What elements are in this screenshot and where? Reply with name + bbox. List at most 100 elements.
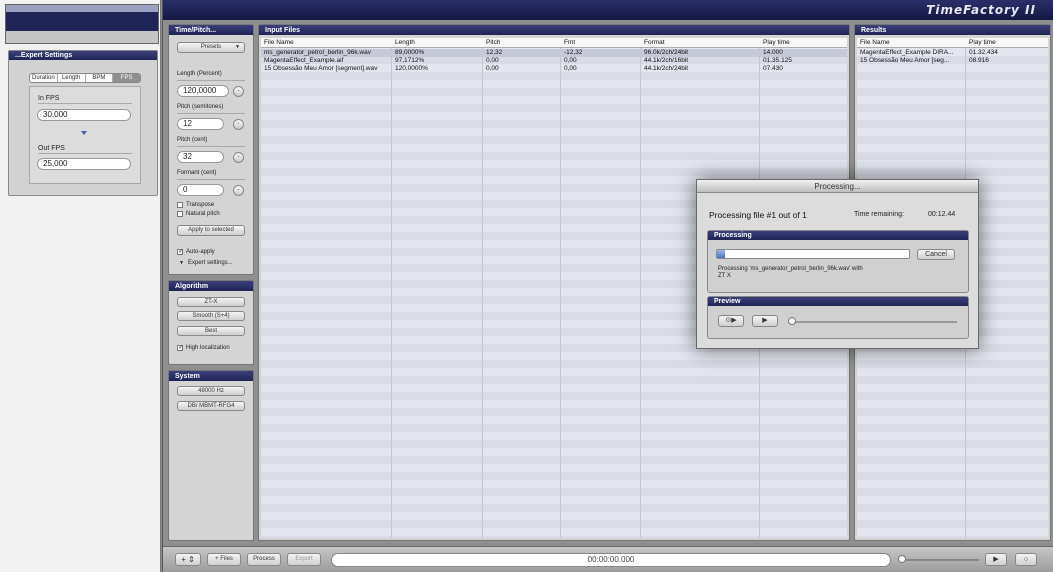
presets-dropdown[interactable]: Presets ▼ bbox=[177, 42, 245, 53]
time-remaining-label: Time remaining: bbox=[854, 211, 904, 218]
auto-apply-label: Auto-apply bbox=[186, 249, 215, 255]
system-format-button[interactable]: DB/ MBMT-RFG4 bbox=[177, 401, 245, 411]
preview-section: Preview ⊙▶ ▶ bbox=[707, 296, 969, 339]
pitch-semitones-field[interactable]: 12 bbox=[177, 118, 224, 130]
bottom-toolbar: + ⇕ + Files Process Export 00:00:00.000 … bbox=[163, 546, 1053, 572]
pitch-cent-field[interactable]: 32 bbox=[177, 151, 224, 163]
chevron-down-icon: ▼ bbox=[235, 44, 240, 50]
fps-settings-group: In FPS 30,000 Out FPS 25,000 bbox=[29, 86, 141, 184]
cell-file-name: 15 Obsessão Meu Amor [seg... bbox=[860, 57, 950, 64]
column-file-name[interactable]: File Name bbox=[264, 38, 294, 48]
expert-settings-title: ...Expert Settings bbox=[9, 51, 157, 60]
processing-status-line2: ZT X bbox=[718, 273, 731, 279]
cell-pitch: 0,00 bbox=[486, 65, 499, 72]
table-row[interactable]: MagentaEffect_Example.aif 97,1712% 0,00 … bbox=[261, 57, 847, 65]
column-play-time[interactable]: Play time bbox=[763, 38, 790, 48]
column-length[interactable]: Length bbox=[395, 38, 415, 48]
cell-pitch: 0,00 bbox=[486, 57, 499, 64]
table-row[interactable]: ms_generator_petrol_berlin_96k.wav 89,00… bbox=[261, 49, 847, 57]
cell-play-time: 07.430 bbox=[763, 65, 783, 72]
auto-apply-checkbox[interactable]: ✓ bbox=[177, 249, 183, 255]
system-panel: System 48000 Hz DB/ MBMT-RFG4 bbox=[168, 370, 254, 541]
out-fps-field[interactable]: 25,000 bbox=[37, 158, 131, 170]
column-divider bbox=[560, 38, 561, 538]
natural-pitch-checkbox[interactable] bbox=[177, 211, 183, 217]
tab-fps[interactable]: FPS bbox=[113, 74, 140, 82]
column-format[interactable]: Format bbox=[644, 38, 665, 48]
position-slider-thumb[interactable] bbox=[898, 555, 906, 563]
cell-play-time: 08.916 bbox=[969, 57, 989, 64]
column-fmt[interactable]: Fmt bbox=[564, 38, 575, 48]
add-files-button[interactable]: + Files bbox=[207, 553, 241, 566]
sample-rate-button[interactable]: 48000 Hz bbox=[177, 386, 245, 396]
input-files-title: Input Files bbox=[259, 25, 849, 35]
preview-slider-track[interactable] bbox=[792, 321, 957, 323]
tab-bpm[interactable]: BPM bbox=[86, 74, 114, 82]
divider bbox=[177, 146, 245, 147]
formant-knob[interactable]: - bbox=[233, 185, 244, 196]
out-fps-label: Out FPS bbox=[38, 145, 65, 152]
disclosure-triangle-icon[interactable]: ▼ bbox=[179, 260, 184, 266]
app-title: TimeFactory II bbox=[926, 3, 1036, 17]
process-button[interactable]: Process bbox=[247, 553, 281, 566]
preview-loop-play-button[interactable]: ⊙▶ bbox=[718, 315, 744, 327]
cell-length: 89,0000% bbox=[395, 49, 425, 56]
divider bbox=[177, 179, 245, 180]
transpose-label: Transpose bbox=[186, 202, 215, 208]
column-pitch[interactable]: Pitch bbox=[486, 38, 500, 48]
divider bbox=[38, 103, 132, 104]
cell-fmt: 0,00 bbox=[564, 57, 577, 64]
cell-pitch: 12,32 bbox=[486, 49, 503, 56]
table-row[interactable]: 15 Obsessão Meu Amor [segment].wav 120,0… bbox=[261, 65, 847, 73]
divider bbox=[177, 80, 245, 81]
preview-play-button[interactable]: ▶ bbox=[752, 315, 778, 327]
apply-to-selected-button[interactable]: Apply to selected bbox=[177, 225, 245, 236]
high-localization-checkbox[interactable]: ✓ bbox=[177, 345, 183, 351]
tab-duration[interactable]: Duration bbox=[30, 74, 58, 82]
transpose-checkbox[interactable] bbox=[177, 202, 183, 208]
length-field[interactable]: 120,0000 bbox=[177, 85, 229, 97]
table-row[interactable]: MagentaEffect_Example DIRA... 01.32.434 bbox=[857, 49, 1048, 57]
divider bbox=[177, 113, 245, 114]
position-slider-track[interactable] bbox=[901, 559, 979, 561]
column-file-name[interactable]: File Name bbox=[860, 38, 890, 48]
play-button[interactable]: ▶ bbox=[985, 553, 1007, 566]
time-pitch-title: Time/Pitch... bbox=[169, 25, 253, 35]
column-play-time[interactable]: Play time bbox=[969, 38, 996, 48]
preview-slider-thumb[interactable] bbox=[788, 317, 796, 325]
system-title: System bbox=[169, 371, 253, 381]
algorithm-smooth-button[interactable]: Smooth (S+4) bbox=[177, 311, 245, 321]
pitch-semitones-knob[interactable]: ◦ bbox=[233, 119, 244, 130]
formant-label: Formant (cent) bbox=[177, 170, 217, 176]
tab-length[interactable]: Length bbox=[58, 74, 86, 82]
cell-play-time: 14.000 bbox=[763, 49, 783, 56]
progress-fill bbox=[717, 250, 725, 258]
table-row[interactable]: 15 Obsessão Meu Amor [seg... 08.916 bbox=[857, 57, 1048, 65]
cell-fmt: 0,00 bbox=[564, 65, 577, 72]
cancel-button[interactable]: Cancel bbox=[917, 249, 955, 260]
dialog-title: Processing... bbox=[697, 180, 978, 193]
processing-status-line1: Processing 'ms_generator_petrol_berlin_9… bbox=[718, 266, 863, 272]
loop-button[interactable]: ○ bbox=[1015, 553, 1037, 566]
algorithm-title: Algorithm bbox=[169, 281, 253, 291]
expert-settings-panel: ...Expert Settings Duration Length BPM F… bbox=[8, 50, 158, 196]
column-divider bbox=[391, 38, 392, 538]
expert-settings-link[interactable]: Expert settings... bbox=[188, 260, 233, 266]
cell-file-name: ms_generator_petrol_berlin_96k.wav bbox=[264, 49, 371, 56]
export-button[interactable]: Export bbox=[287, 553, 321, 566]
length-reset-button[interactable]: - bbox=[233, 86, 244, 97]
add-remove-stepper[interactable]: + ⇕ bbox=[175, 553, 201, 566]
in-fps-field[interactable]: 30,000 bbox=[37, 109, 131, 121]
cell-format: 44.1k/2ch/16bit bbox=[644, 57, 689, 64]
pitch-cent-knob[interactable]: - bbox=[233, 152, 244, 163]
progress-bar bbox=[716, 249, 910, 259]
time-pitch-panel: Time/Pitch... Presets ▼ Length (Percent)… bbox=[168, 24, 254, 275]
algorithm-best-button[interactable]: Best bbox=[177, 326, 245, 336]
formant-field[interactable]: 0 bbox=[177, 184, 224, 196]
cell-file-name: MagentaEffect_Example DIRA... bbox=[860, 49, 954, 56]
high-localization-label: High localization bbox=[186, 345, 230, 351]
preview-section-title: Preview bbox=[708, 297, 968, 306]
presets-label: Presets bbox=[200, 44, 222, 50]
column-divider bbox=[640, 38, 641, 538]
algorithm-ztx-button[interactable]: ZT-X bbox=[177, 297, 245, 307]
